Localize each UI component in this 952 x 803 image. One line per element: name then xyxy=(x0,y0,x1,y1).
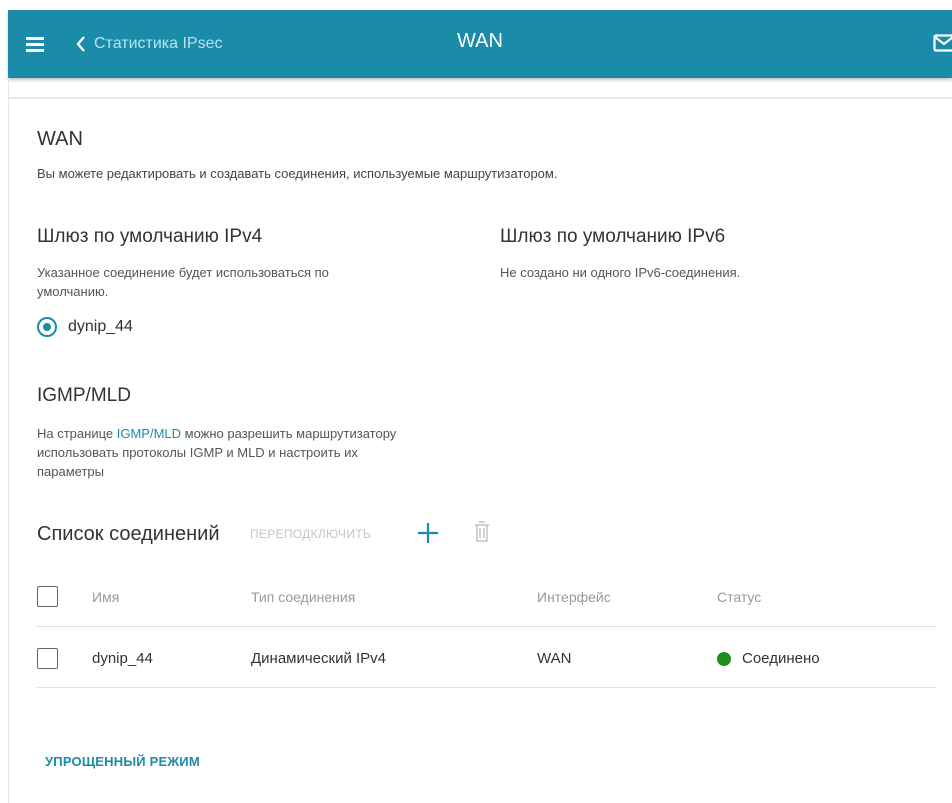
page-description: Вы можете редактировать и создавать соед… xyxy=(37,166,558,181)
cell-connection-type: Динамический IPv4 xyxy=(251,650,387,667)
status-dot-icon xyxy=(717,652,731,666)
ipv4-gateway-text-line2: умолчанию. xyxy=(37,284,109,299)
add-icon[interactable] xyxy=(416,521,440,545)
cell-status: Соединено xyxy=(742,650,820,667)
divider xyxy=(9,97,952,99)
cell-interface: WAN xyxy=(537,650,572,667)
ipv4-gateway-text-line1: Указанное соединение будет использоватьс… xyxy=(37,265,329,280)
reconnect-button[interactable]: ПЕРЕПОДКЛЮЧИТЬ xyxy=(250,527,371,541)
ipv4-gateway-radio[interactable]: dynip_44 xyxy=(37,317,133,337)
page-edge xyxy=(8,78,9,803)
igmp-heading: IGMP/MLD xyxy=(37,385,131,406)
ipv4-gateway-heading: Шлюз по умолчанию IPv4 xyxy=(37,226,263,247)
column-header-name: Имя xyxy=(92,589,120,605)
igmp-link[interactable]: IGMP/MLD xyxy=(117,426,181,441)
ipv6-gateway-heading: Шлюз по умолчанию IPv6 xyxy=(500,226,726,247)
section-heading-wan: WAN xyxy=(37,128,83,150)
igmp-text-suffix: можно разрешить маршрутизатору xyxy=(181,426,397,441)
table-divider xyxy=(37,626,936,627)
igmp-text-line1: На странице IGMP/MLD можно разрешить мар… xyxy=(37,424,396,443)
column-header-interface: Интерфейс xyxy=(537,589,611,605)
connections-heading: Список соединений xyxy=(37,523,220,545)
ipv6-gateway-text: Не создано ни одного IPv6-соединения. xyxy=(500,265,741,280)
page-title: WAN xyxy=(457,30,503,52)
igmp-text-line2: использовать протоколы IGMP и MLD и наст… xyxy=(37,445,358,460)
radio-label: dynip_44 xyxy=(68,318,133,335)
column-header-type: Тип соединения xyxy=(251,589,356,605)
igmp-text: На странице IGMP/MLD можно разрешить мар… xyxy=(37,424,396,481)
trash-icon xyxy=(475,521,489,542)
select-all-checkbox[interactable] xyxy=(37,586,58,607)
simple-mode-button[interactable]: УПРОЩЕННЫЙ РЕЖИМ xyxy=(45,754,200,769)
igmp-text-line3: параметры xyxy=(37,464,104,479)
igmp-text-prefix: На странице xyxy=(37,426,117,441)
ipv4-gateway-text: Указанное соединение будет использоватьс… xyxy=(37,263,329,301)
table-row-divider xyxy=(37,687,936,688)
top-bar: Статистика IPsec WAN xyxy=(8,10,952,78)
row-checkbox[interactable] xyxy=(37,648,58,669)
cell-connection-name[interactable]: dynip_44 xyxy=(92,650,153,667)
column-header-status: Статус xyxy=(717,589,762,605)
radio-selected-icon[interactable] xyxy=(37,317,57,337)
mail-icon[interactable] xyxy=(933,34,952,52)
